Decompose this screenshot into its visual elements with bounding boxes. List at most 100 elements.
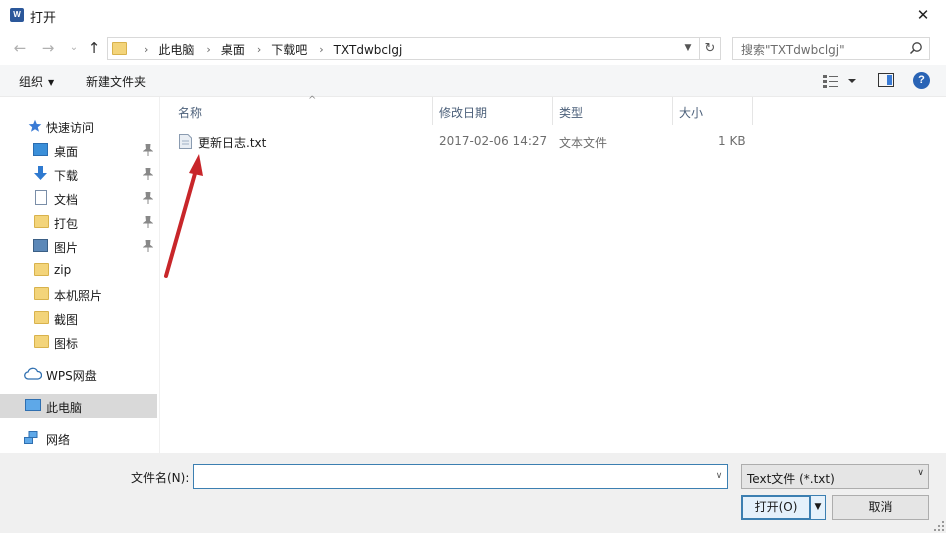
network-icon [24, 431, 38, 444]
sidebar-item-icons[interactable]: 图标 [0, 330, 157, 354]
file-type: 文本文件 [559, 136, 608, 150]
chevron-down-icon: ▼ [48, 78, 55, 87]
sidebar-item-label: WPS网盘 [46, 369, 97, 383]
column-header-label: 修改日期 [439, 106, 488, 120]
star-icon [28, 119, 42, 132]
breadcrumb: › 此电脑 › 桌面 › 下载吧 › TXTdwbclgj [132, 41, 402, 58]
sidebar-item-label: 本机照片 [54, 289, 103, 303]
refresh-button[interactable]: ↻ [699, 38, 720, 59]
folder-icon [112, 42, 127, 55]
sidebar-item-local-photos[interactable]: 本机照片 [0, 282, 157, 306]
desktop-icon [33, 143, 48, 156]
help-icon[interactable]: ? [913, 72, 930, 89]
sidebar-item-network[interactable]: 网络 [0, 426, 157, 450]
sort-ascending-icon: ^ [308, 95, 317, 106]
command-toolbar: 组织 ▼ 新建文件夹 ? [0, 65, 946, 97]
organize-button[interactable]: 组织 ▼ [19, 73, 54, 90]
sidebar-item-label: 打包 [54, 217, 79, 231]
column-header-label: 类型 [559, 106, 584, 120]
change-view-button[interactable] [822, 73, 860, 89]
close-button[interactable]: ✕ [900, 0, 946, 31]
column-header-name[interactable]: ^ 名称 [172, 95, 433, 125]
up-button[interactable]: ↑ [84, 38, 104, 58]
breadcrumb-item[interactable]: 桌面 [221, 41, 245, 58]
recent-locations-button[interactable]: ⌄ [64, 38, 84, 58]
chevron-right-icon[interactable]: › [319, 43, 323, 56]
window-title: 打开 [30, 11, 57, 26]
sidebar-item-this-pc[interactable]: 此电脑 [0, 394, 157, 418]
search-input[interactable]: 搜索"TXTdwbclgj" [732, 37, 930, 60]
forward-button[interactable]: → [38, 38, 58, 58]
title-bar: W 打开 ✕ [0, 0, 946, 31]
chevron-down-icon: ∨ [917, 468, 924, 478]
pictures-icon [33, 239, 48, 252]
breadcrumb-item[interactable]: 此电脑 [158, 41, 194, 58]
column-header-type[interactable]: 类型 [553, 97, 673, 125]
sidebar-item-label: 下载 [54, 169, 79, 183]
sidebar-item-quick-access[interactable]: 快速访问 [0, 114, 157, 138]
breadcrumb-item[interactable]: 下载吧 [271, 41, 307, 58]
folder-icon [34, 215, 49, 228]
address-bar[interactable]: › 此电脑 › 桌面 › 下载吧 › TXTdwbclgj ▼ ↻ [107, 37, 721, 60]
sidebar-item-pictures[interactable]: 图片 [0, 234, 157, 258]
search-placeholder: 搜索"TXTdwbclgj" [741, 43, 845, 57]
text-file-icon [179, 134, 192, 149]
folder-icon [34, 263, 49, 276]
sidebar-item-label: zip [54, 263, 72, 277]
sidebar-item-zip[interactable]: zip [0, 258, 157, 282]
sidebar-item-label: 图片 [54, 241, 79, 255]
file-type-select[interactable]: Text文件 (*.txt) ∨ [741, 464, 929, 489]
sidebar-item-label: 快速访问 [46, 121, 95, 135]
folder-icon [34, 335, 49, 348]
column-header-modified[interactable]: 修改日期 [433, 97, 553, 125]
resize-grip-icon[interactable] [934, 521, 944, 531]
pin-icon [143, 240, 153, 252]
preview-pane-button[interactable] [878, 73, 894, 87]
pin-icon [143, 192, 153, 204]
pin-icon [143, 144, 153, 156]
address-dropdown-button[interactable]: ▼ [678, 38, 698, 59]
navigation-bar: ← → ⌄ ↑ › 此电脑 › 桌面 › 下载吧 › TXTdwbclgj ▼ … [0, 31, 946, 65]
sidebar-item-label: 网络 [46, 433, 71, 447]
sidebar-item-desktop[interactable]: 桌面 [0, 138, 157, 162]
folder-icon [34, 311, 49, 324]
sidebar-item-documents[interactable]: 文档 [0, 186, 157, 210]
chevron-right-icon[interactable]: › [206, 43, 210, 56]
breadcrumb-item[interactable]: TXTdwbclgj [334, 43, 403, 57]
back-button[interactable]: ← [10, 38, 30, 58]
pin-icon [143, 168, 153, 180]
cloud-icon [24, 367, 42, 380]
document-icon [35, 190, 47, 205]
cancel-button[interactable]: 取消 [832, 495, 929, 520]
sidebar-item-label: 截图 [54, 313, 79, 327]
sidebar-item-wps-cloud[interactable]: WPS网盘 [0, 362, 157, 386]
column-header-label: 大小 [679, 106, 704, 120]
sidebar-item-downloads[interactable]: 下载 [0, 162, 157, 186]
sidebar-item-label: 此电脑 [46, 401, 83, 415]
organize-label: 组织 [19, 75, 44, 89]
file-modified: 2017-02-06 14:27 [439, 134, 548, 148]
filename-label: 文件名(N): [131, 471, 190, 485]
file-list[interactable]: ^ 名称 修改日期 类型 大小 更新日志.txt 2017-02-06 14:2… [160, 95, 946, 453]
file-name: 更新日志.txt [198, 136, 267, 150]
folder-icon [34, 287, 49, 300]
chevron-right-icon[interactable]: › [257, 43, 261, 56]
pin-icon [143, 216, 153, 228]
column-header-size[interactable]: 大小 [673, 97, 753, 125]
file-row[interactable]: 更新日志.txt 2017-02-06 14:27 文本文件 1 KB [172, 130, 752, 152]
sidebar-item-label: 桌面 [54, 145, 79, 159]
navigation-pane: 快速访问 桌面 下载 文档 打包 图片 zip 本机照片 截图 图标 WPS网盘… [0, 97, 160, 453]
sidebar-item-label: 文档 [54, 193, 79, 207]
dialog-footer: 文件名(N): ∨ Text文件 (*.txt) ∨ 打开(O) ▼ 取消 [0, 453, 946, 533]
column-header-label: 名称 [178, 106, 203, 120]
filename-input[interactable] [193, 464, 728, 489]
chevron-right-icon: › [144, 43, 149, 56]
chevron-down-icon[interactable]: ∨ [712, 466, 726, 487]
search-icon[interactable] [909, 41, 923, 55]
new-folder-button[interactable]: 新建文件夹 [86, 73, 146, 90]
open-button[interactable]: 打开(O) [741, 495, 811, 520]
sidebar-item-dabao[interactable]: 打包 [0, 210, 157, 234]
open-split-dropdown-button[interactable]: ▼ [810, 495, 826, 520]
sidebar-item-screenshots[interactable]: 截图 [0, 306, 157, 330]
download-icon [34, 166, 47, 180]
